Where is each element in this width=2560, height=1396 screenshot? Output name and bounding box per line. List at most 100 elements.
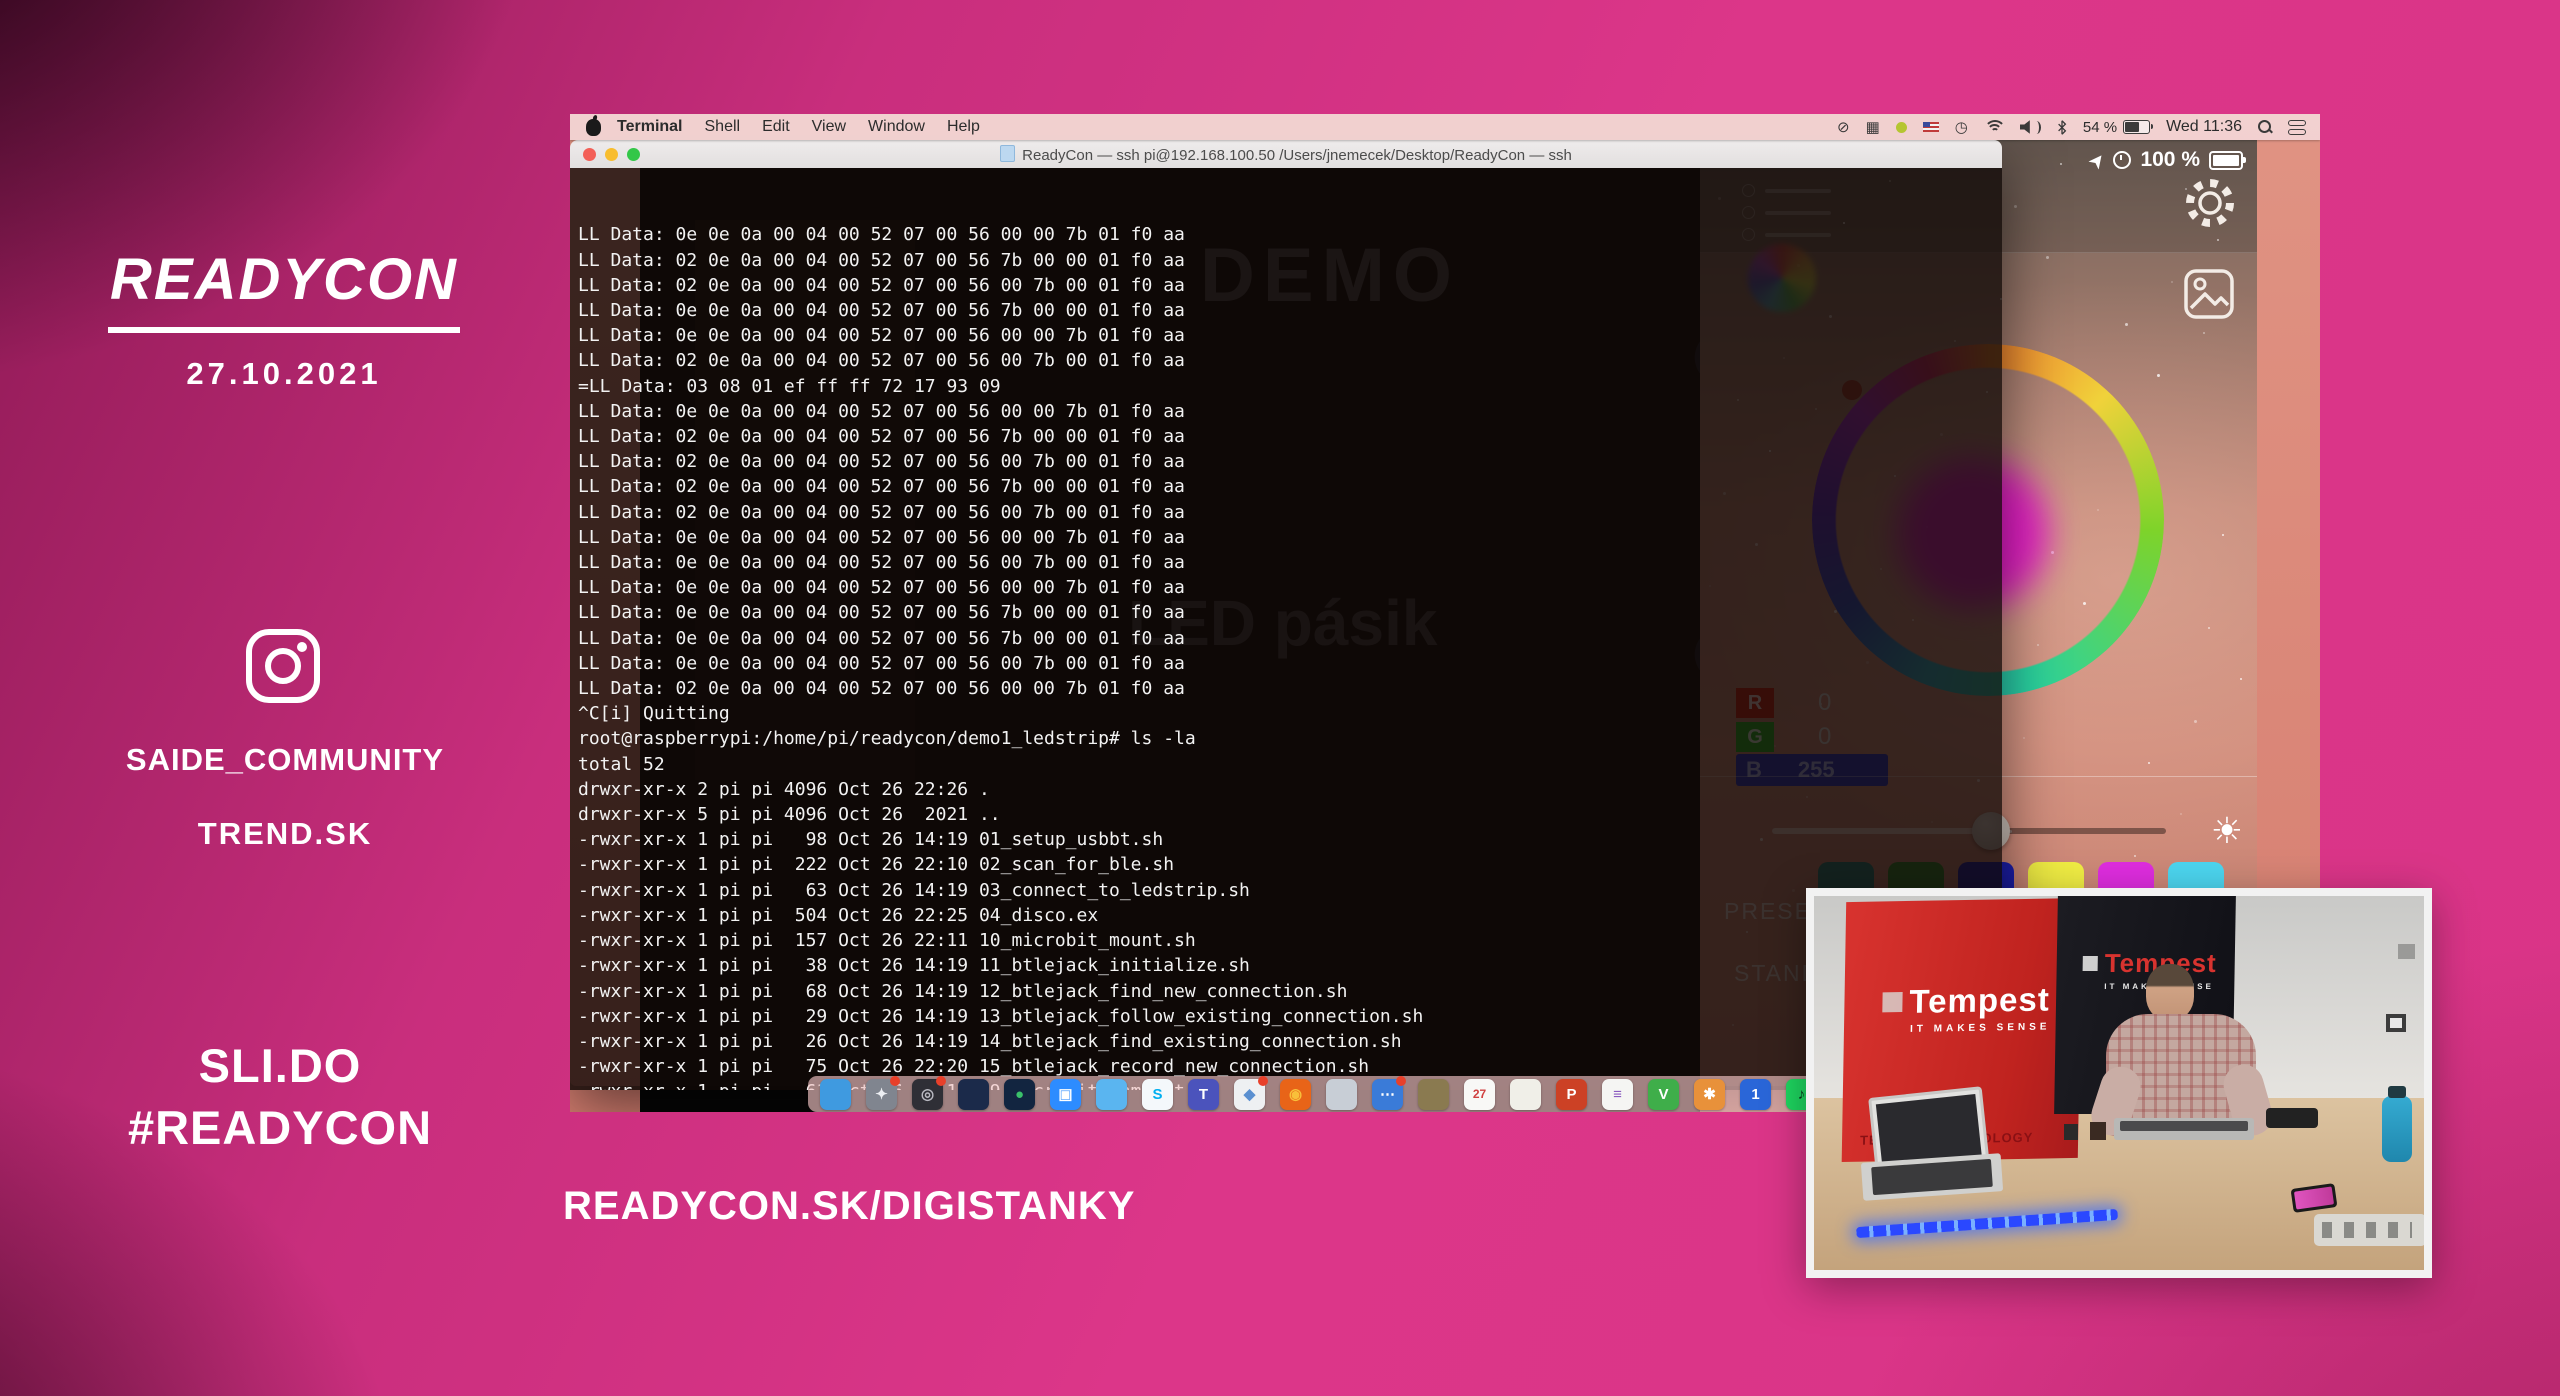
brightness-sun-icon: ☀ — [2211, 812, 2243, 850]
terminal-line: LL Data: 0e 0e 0a 00 04 00 52 07 00 56 0… — [578, 222, 2002, 247]
dock-icon-calendar[interactable]: 27 — [1464, 1079, 1495, 1110]
terminal-line: -rwxr-xr-x 1 pi pi 222 Oct 26 22:10 02_s… — [578, 852, 2002, 877]
terminal-line: drwxr-xr-x 2 pi pi 4096 Oct 26 22:26 . — [578, 777, 2002, 802]
dock-icon-system-settings[interactable]: ◎ — [912, 1079, 943, 1110]
apple-menu-icon[interactable] — [586, 119, 601, 136]
terminal-line: LL Data: 0e 0e 0a 00 04 00 52 07 00 56 0… — [578, 323, 2002, 348]
event-title: READYCON — [108, 246, 460, 333]
dock-icon-launchpad[interactable]: ✦ — [866, 1079, 897, 1110]
terminal-line: -rwxr-xr-x 1 pi pi 504 Oct 26 22:25 04_d… — [578, 903, 2002, 928]
instagram-handle-trend: TREND.SK — [40, 816, 530, 852]
terminal-line: root@raspberrypi:/home/pi/readycon/demo1… — [578, 726, 2002, 751]
terminal-line: LL Data: 02 0e 0a 00 04 00 52 07 00 56 0… — [578, 676, 2002, 701]
terminal-line: LL Data: 0e 0e 0a 00 04 00 52 07 00 56 0… — [578, 399, 2002, 424]
terminal-title: ReadyCon — ssh pi@192.168.100.50 /Users/… — [570, 145, 2002, 164]
volume-icon[interactable] — [2020, 120, 2041, 134]
terminal-line: LL Data: 02 0e 0a 00 04 00 52 07 00 56 0… — [578, 348, 2002, 373]
tempest-tagline: IT MAKES SENSE — [1910, 1021, 2051, 1034]
dock-icon-pages[interactable] — [1510, 1079, 1541, 1110]
terminal-line: -rwxr-xr-x 1 pi pi 68 Oct 26 14:19 12_bt… — [578, 979, 2002, 1004]
dock-icon-asterisk-app[interactable]: ✱ — [1694, 1079, 1725, 1110]
phone-battery-percent: 100 % — [2140, 148, 2200, 172]
menu-app-name[interactable]: Terminal — [617, 118, 683, 136]
tempest-logo-square-2 — [2083, 956, 2098, 971]
terminal-titlebar[interactable]: ReadyCon — ssh pi@192.168.100.50 /Users/… — [570, 140, 2002, 168]
spotlight-search-icon[interactable] — [2258, 120, 2272, 134]
webcam-feed: Tempest IT MAKES SENSE TEMPEST.TECHNOLOG… — [1806, 888, 2432, 1278]
tempest-logo-red-banner: Tempest IT MAKES SENSE — [1882, 980, 2051, 1035]
dock-icon-messages[interactable] — [1096, 1079, 1127, 1110]
terminal-line: -rwxr-xr-x 1 pi pi 29 Oct 26 14:19 13_bt… — [578, 1004, 2002, 1029]
dock-icon-webex-meetings[interactable]: ● — [1004, 1079, 1035, 1110]
dock-icon-powerpoint[interactable]: P — [1556, 1079, 1587, 1110]
location-arrow-icon — [2089, 151, 2107, 169]
tempest-brand-text: Tempest — [1909, 980, 2050, 1020]
small-device-2 — [2090, 1122, 2106, 1140]
alarm-clock-icon — [2113, 151, 2131, 169]
focus-mode-icon[interactable]: ⊘ — [1837, 120, 1850, 135]
slido-label: SLI.DO — [40, 1038, 520, 1093]
wifi-icon[interactable] — [1984, 120, 2004, 134]
dock-icon-skype[interactable]: S — [1142, 1079, 1173, 1110]
macos-menubar: Terminal Shell Edit View Window Help ⊘ ▦ ◷ 5… — [570, 114, 2320, 140]
notification-badge — [1396, 1076, 1406, 1086]
terminal-line: LL Data: 0e 0e 0a 00 04 00 52 07 00 56 0… — [578, 525, 2002, 550]
terminal-line: LL Data: 02 0e 0a 00 04 00 52 07 00 56 0… — [578, 500, 2002, 525]
control-center-icon[interactable] — [2288, 120, 2306, 135]
terminal-line: ^C[i] Quitting — [578, 701, 2002, 726]
dock-icon-mail[interactable] — [1326, 1079, 1357, 1110]
terminal-line: LL Data: 02 0e 0a 00 04 00 52 07 00 56 0… — [578, 449, 2002, 474]
notification-badge — [1258, 1076, 1268, 1086]
dock-icon-finder[interactable] — [820, 1079, 851, 1110]
brightness-track-right[interactable] — [1994, 828, 2166, 834]
bluetooth-icon[interactable] — [2057, 120, 2067, 135]
menu-help[interactable]: Help — [947, 118, 980, 136]
menubar-clock: Wed 11:36 — [2166, 118, 2242, 136]
terminal-line: LL Data: 0e 0e 0a 00 04 00 52 07 00 56 0… — [578, 651, 2002, 676]
terminal-line: LL Data: 0e 0e 0a 00 04 00 52 07 00 56 0… — [578, 575, 2002, 600]
menubar-status-area: ⊘ ▦ ◷ 54 % Wed 11:36 — [1837, 118, 2320, 136]
tempest-logo-square — [1882, 992, 1902, 1012]
terminal-line: LL Data: 02 0e 0a 00 04 00 52 07 00 56 7… — [578, 474, 2002, 499]
menu-window[interactable]: Window — [868, 118, 925, 136]
wall-fixture — [2398, 944, 2415, 959]
slido-hashtag: #READYCON — [40, 1100, 520, 1155]
presenter-head — [2146, 964, 2194, 1020]
terminal-line: -rwxr-xr-x 1 pi pi 63 Oct 26 14:19 03_co… — [578, 878, 2002, 903]
instagram-icon — [243, 626, 323, 711]
battery-percent: 54 % — [2083, 119, 2117, 136]
water-bottle — [2382, 1096, 2412, 1162]
menu-shell[interactable]: Shell — [705, 118, 741, 136]
dock-icon-vysor[interactable]: V — [1648, 1079, 1679, 1110]
terminal-line: drwxr-xr-x 5 pi pi 4096 Oct 26 2021 .. — [578, 802, 2002, 827]
terminal-line: -rwxr-xr-x 1 pi pi 157 Oct 26 22:11 10_m… — [578, 928, 2002, 953]
small-device — [2064, 1124, 2078, 1140]
dock-icon-teams[interactable]: T — [1188, 1079, 1219, 1110]
dock-icon-webex[interactable] — [958, 1079, 989, 1110]
settings-gear-icon[interactable] — [2181, 174, 2239, 237]
dock-icon-notes[interactable] — [1418, 1079, 1449, 1110]
laptop-in-use — [2114, 1118, 2254, 1140]
input-language-flag-icon[interactable] — [1923, 122, 1939, 132]
keyboard-grid-icon[interactable]: ▦ — [1866, 120, 1880, 135]
time-machine-icon[interactable]: ◷ — [1955, 120, 1968, 135]
battery-indicator[interactable]: 54 % — [2083, 119, 2150, 136]
menu-edit[interactable]: Edit — [762, 118, 790, 136]
smartphone — [2266, 1108, 2318, 1128]
dock-icon-firefox[interactable]: ◉ — [1280, 1079, 1311, 1110]
instagram-handle-saide: SAIDE_COMMUNITY — [40, 742, 530, 778]
photo-picker-icon[interactable] — [2183, 268, 2235, 325]
dock-icon-1password[interactable]: 1 — [1740, 1079, 1771, 1110]
terminal-line: LL Data: 02 0e 0a 00 04 00 52 07 00 56 7… — [578, 424, 2002, 449]
terminal-output[interactable]: LL Data: 0e 0e 0a 00 04 00 52 07 00 56 0… — [570, 168, 2002, 1090]
terminal-line: LL Data: 0e 0e 0a 00 04 00 52 07 00 56 7… — [578, 626, 2002, 651]
notification-badge — [936, 1076, 946, 1086]
status-dot-icon[interactable] — [1896, 122, 1907, 133]
dock-icon-onenote[interactable]: ≡ — [1602, 1079, 1633, 1110]
phone-status-bar: 100 % — [2091, 148, 2243, 172]
terminal-line: total 52 — [578, 752, 2002, 777]
menu-view[interactable]: View — [812, 118, 846, 136]
dock-icon-chat[interactable]: ⋯ — [1372, 1079, 1403, 1110]
dock-icon-preview[interactable]: ◆ — [1234, 1079, 1265, 1110]
dock-icon-zoom[interactable]: ▣ — [1050, 1079, 1081, 1110]
